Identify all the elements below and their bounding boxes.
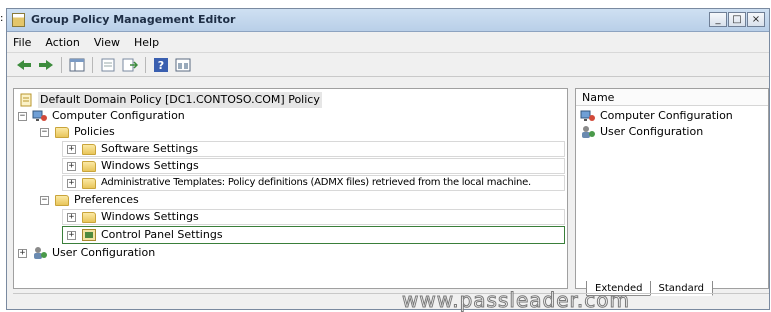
svg-text:?: ?	[158, 59, 164, 72]
maximize-button[interactable]: □	[728, 12, 746, 27]
tree-root-label: Default Domain Policy [DC1.CONTOSO.COM] …	[38, 92, 322, 108]
properties-icon[interactable]	[99, 57, 117, 73]
menu-help[interactable]: Help	[128, 36, 167, 49]
tree-label: Windows Settings	[101, 210, 199, 223]
collapse-toggle[interactable]: −	[18, 111, 27, 121]
tree-label: Computer Configuration	[52, 109, 185, 122]
tree-item-policies[interactable]: − Policies	[40, 124, 115, 140]
user-config-icon	[580, 125, 596, 139]
title-bar: Group Policy Management Editor _ □ ×	[7, 9, 769, 32]
expand-toggle[interactable]: +	[67, 178, 76, 188]
details-item-label: User Configuration	[600, 125, 704, 138]
collapse-toggle[interactable]: −	[40, 127, 49, 137]
minimize-button[interactable]: _	[709, 12, 727, 27]
export-list-icon[interactable]	[121, 57, 139, 73]
toolbar-separator	[61, 56, 62, 73]
menu-action[interactable]: Action	[39, 36, 87, 49]
details-item-label: Computer Configuration	[600, 109, 733, 122]
tree-label: User Configuration	[52, 246, 156, 259]
folder-icon	[54, 193, 70, 207]
tree-root[interactable]: Default Domain Policy [DC1.CONTOSO.COM] …	[18, 92, 322, 108]
close-button[interactable]: ×	[747, 12, 765, 27]
view-icon[interactable]	[174, 57, 192, 73]
tree-item-computer-configuration[interactable]: − Computer Configuration	[18, 108, 185, 124]
name-column-header[interactable]: Name	[576, 89, 768, 106]
tree-item-administrative-templates[interactable]: + Administrative Templates: Policy defin…	[62, 175, 565, 191]
app-icon	[12, 13, 25, 27]
tree-item-software-settings[interactable]: + Software Settings	[62, 141, 565, 157]
folder-icon	[81, 159, 97, 173]
tree-label: Preferences	[74, 193, 139, 206]
watermark: www.passleader.com	[402, 288, 630, 312]
user-config-icon	[32, 246, 48, 260]
expand-toggle[interactable]: +	[67, 161, 76, 171]
tree-item-preferences[interactable]: − Preferences	[40, 192, 139, 208]
expand-toggle[interactable]: +	[67, 144, 76, 154]
tree-label: Control Panel Settings	[101, 228, 223, 241]
control-panel-icon	[81, 228, 97, 242]
menu-view[interactable]: View	[88, 36, 128, 49]
folder-icon	[81, 176, 97, 190]
expand-toggle[interactable]: +	[18, 248, 27, 258]
tree-item-control-panel-settings[interactable]: + Control Panel Settings	[62, 226, 565, 244]
window-title: Group Policy Management Editor	[31, 13, 236, 26]
toolbar: ?	[7, 53, 769, 77]
tree-item-windows-settings[interactable]: + Windows Settings	[62, 158, 565, 174]
expand-toggle[interactable]: +	[67, 230, 76, 240]
toolbar-separator	[145, 56, 146, 73]
menu-file[interactable]: File	[7, 36, 39, 49]
computer-config-icon	[32, 109, 48, 123]
back-arrow-icon[interactable]	[15, 57, 33, 73]
tree-item-pref-windows-settings[interactable]: + Windows Settings	[62, 209, 565, 225]
collapse-toggle[interactable]: −	[40, 195, 49, 205]
show-hide-tree-icon[interactable]	[68, 57, 86, 73]
details-item-computer-configuration[interactable]: Computer Configuration	[580, 108, 733, 124]
status-bar	[13, 293, 769, 310]
folder-icon	[81, 210, 97, 224]
caption-buttons: _ □ ×	[708, 12, 765, 27]
computer-config-icon	[580, 109, 596, 123]
tree-label: Administrative Templates: Policy definit…	[101, 177, 531, 188]
folder-icon	[54, 125, 70, 139]
edge-marker: :	[0, 13, 4, 24]
folder-icon	[81, 142, 97, 156]
details-item-user-configuration[interactable]: User Configuration	[580, 124, 703, 140]
gpme-window: Group Policy Management Editor _ □ × Fil…	[6, 8, 770, 312]
forward-arrow-icon[interactable]	[37, 57, 55, 73]
tree-label: Policies	[74, 125, 115, 138]
menu-bar: File Action View Help	[7, 32, 769, 53]
details-pane: Name Computer Configuration User Configu…	[575, 88, 769, 296]
toolbar-separator	[92, 56, 93, 73]
help-icon[interactable]: ?	[152, 57, 170, 73]
policy-scroll-icon	[18, 93, 34, 107]
expand-toggle[interactable]: +	[67, 212, 76, 222]
tree-label: Software Settings	[101, 142, 199, 155]
tree-pane: Default Domain Policy [DC1.CONTOSO.COM] …	[13, 88, 568, 289]
tree-label: Windows Settings	[101, 159, 199, 172]
tree-item-user-configuration[interactable]: + User Configuration	[18, 245, 155, 261]
